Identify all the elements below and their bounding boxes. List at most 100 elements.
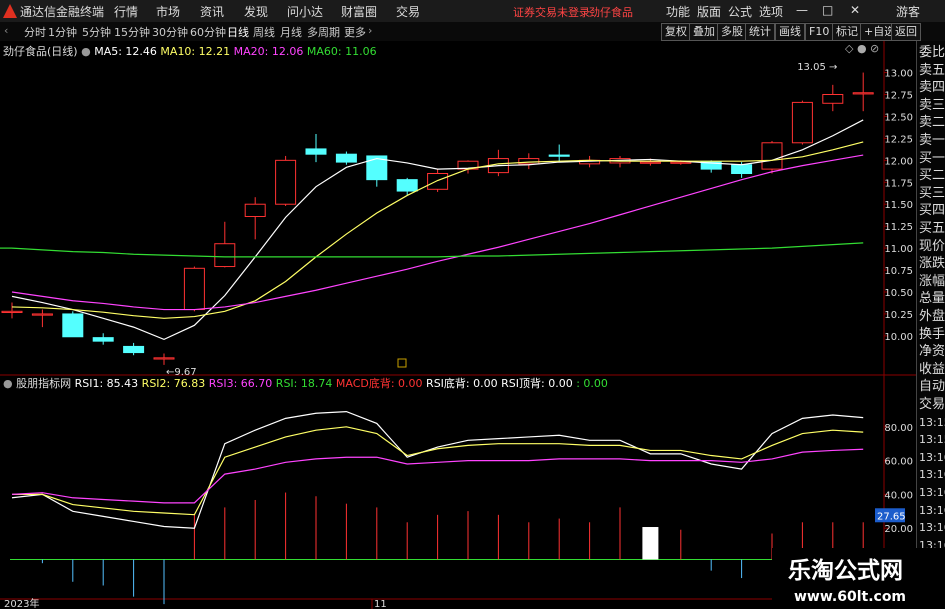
sidebar-item[interactable]: 收益 <box>919 361 945 378</box>
tool-fuquan-button[interactable]: 复权 <box>661 23 691 41</box>
tool-f10-button[interactable]: F10 <box>805 23 834 41</box>
price-tick-label: 10.25 <box>884 310 913 321</box>
sidebar-item[interactable]: 卖四 <box>919 79 945 96</box>
candle-body <box>822 94 844 104</box>
menu-item-banmian[interactable]: 版面 <box>697 3 721 20</box>
candle-body <box>761 142 783 170</box>
sidebar-item[interactable]: 买一 <box>919 150 945 167</box>
app-title: 通达信金融终端 <box>20 5 105 19</box>
menu-item-zixun[interactable]: 资讯 <box>200 3 224 20</box>
sidebar-item[interactable]: 净资 <box>919 343 945 360</box>
tool-back-button[interactable]: 返回 <box>891 23 921 41</box>
watermark-url: www.60lt.com <box>794 589 906 605</box>
candle-body <box>548 154 570 157</box>
tool-huaxian-button[interactable]: 画线 <box>775 23 805 41</box>
menu-item-wenxiaoda[interactable]: 问小达 <box>287 3 323 20</box>
tool-biaoji-button[interactable]: 标记 <box>832 23 862 41</box>
price-tick-label: 12.00 <box>884 156 913 167</box>
stock-chart-label: 劲仔食品(日线) <box>3 45 78 58</box>
tool-tongji-button[interactable]: 统计 <box>745 23 775 41</box>
period-more[interactable]: 更多 <box>344 24 366 40</box>
candle-body <box>670 161 692 164</box>
period-multi[interactable]: 多周期 <box>307 24 340 40</box>
settings-dot-icon[interactable]: ● <box>3 377 13 390</box>
sidebar-item[interactable]: 买三 <box>919 185 945 202</box>
rsi2-label: RSI2: 76.83 <box>141 377 206 390</box>
candle-body <box>791 101 813 144</box>
sidebar-item[interactable]: 13:16 <box>919 449 945 466</box>
rsi3-label: RSI3: 66.70 <box>208 377 273 390</box>
sidebar-item[interactable]: 买四 <box>919 202 945 219</box>
menu-item-jiaoyi[interactable]: 交易 <box>396 3 420 20</box>
sidebar-item[interactable]: 13:16 <box>919 466 945 483</box>
period-weekly[interactable]: 周线 <box>253 24 275 40</box>
current-value-label: 27.65 <box>877 511 906 522</box>
candle-body <box>153 357 175 360</box>
tool-diejia-button[interactable]: 叠加 <box>689 23 719 41</box>
sidebar-item[interactable]: 现价 <box>919 238 945 255</box>
menu-bar: 通达信金融终端 行情 市场 资讯 发现 问小达 财富圈 交易 证券交易未登录 劲… <box>0 0 945 22</box>
price-tick-label: 10.75 <box>884 266 913 277</box>
rsi1-label: RSI1: 85.43 <box>74 377 139 390</box>
sidebar-item[interactable]: 总量 <box>919 290 945 307</box>
candle-body <box>92 337 114 342</box>
candle-body <box>396 179 418 192</box>
sidebar-item[interactable]: 换手 <box>919 326 945 343</box>
ma60-label: MA60: 11.06 <box>306 45 377 58</box>
sidebar-item[interactable]: 交易 <box>919 396 945 413</box>
chevron-right-icon[interactable]: › <box>368 24 372 37</box>
sidebar-item[interactable]: 13:16 <box>919 502 945 519</box>
settings-dot-icon[interactable]: ● <box>81 45 91 58</box>
app-logo-icon <box>3 4 17 18</box>
period-60min[interactable]: 60分钟 <box>190 24 226 40</box>
period-5min[interactable]: 5分钟 <box>82 24 111 40</box>
signal-bar-highlight <box>642 527 659 560</box>
sidebar-item[interactable]: 买二 <box>919 167 945 184</box>
period-toolbar: ‹ 分时 1分钟 5分钟 15分钟 30分钟 60分钟 日线 周线 月线 多周期… <box>0 22 945 42</box>
period-fenshi[interactable]: 分时 <box>24 24 46 40</box>
candle-body <box>123 345 145 354</box>
time-axis-label: 11 <box>374 599 387 609</box>
period-monthly[interactable]: 月线 <box>280 24 302 40</box>
period-30min[interactable]: 30分钟 <box>152 24 188 40</box>
sidebar-item[interactable]: 13:16 <box>919 484 945 501</box>
menu-item-hangqing[interactable]: 行情 <box>114 3 138 20</box>
period-15min[interactable]: 15分钟 <box>114 24 150 40</box>
sidebar-item[interactable]: 卖一 <box>919 132 945 149</box>
sidebar-item[interactable]: 自动 <box>919 378 945 395</box>
menu-item-shichang[interactable]: 市场 <box>156 3 180 20</box>
tool-duogu-button[interactable]: 多股 <box>717 23 747 41</box>
candle-body <box>31 313 53 316</box>
price-tick-label: 12.75 <box>884 91 913 102</box>
maximize-button[interactable]: □ <box>822 3 833 17</box>
price-tick-label: 12.50 <box>884 112 913 123</box>
back-arrow-icon[interactable]: ‹ <box>4 24 8 37</box>
menu-item-caifuquan[interactable]: 财富圈 <box>341 3 377 20</box>
menu-item-gongshi[interactable]: 公式 <box>728 3 752 20</box>
sidebar-item[interactable]: 买五 <box>919 220 945 237</box>
panel-options-icon[interactable]: ◇ ● ⊘ <box>845 42 879 55</box>
price-info-bar: 劲仔食品(日线) ● MA5: 12.46 MA10: 12.21 MA20: … <box>3 43 377 59</box>
period-1min[interactable]: 1分钟 <box>48 24 77 40</box>
close-button[interactable]: ✕ <box>850 3 860 17</box>
menu-item-gongneng[interactable]: 功能 <box>666 3 690 20</box>
price-tick-label: 11.50 <box>884 200 913 211</box>
sidebar-item[interactable]: 13:15 <box>919 414 945 431</box>
trade-status[interactable]: 证券交易未登录 <box>513 4 590 20</box>
sidebar-item[interactable]: 外盘 <box>919 308 945 325</box>
period-daily[interactable]: 日线 <box>227 24 249 40</box>
sidebar-item[interactable]: 13:15 <box>919 431 945 448</box>
sidebar-item[interactable]: 卖五 <box>919 62 945 79</box>
sidebar-item[interactable]: 卖三 <box>919 97 945 114</box>
indicator-name[interactable]: 股朋指标网 <box>16 377 71 390</box>
sidebar-item[interactable]: 13:16 <box>919 519 945 536</box>
minimize-button[interactable]: — <box>796 3 808 17</box>
sidebar-item[interactable]: 委比 <box>919 44 945 61</box>
sidebar-item[interactable]: 涨幅 <box>919 273 945 290</box>
user-label[interactable]: 游客 <box>896 3 920 20</box>
menu-item-faxian[interactable]: 发现 <box>244 3 268 20</box>
sidebar-item[interactable]: 卖二 <box>919 114 945 131</box>
chart-area[interactable]: 10.00 10.25 10.50 10.75 11.00 11.25 11.50 11.75… <box>0 41 916 609</box>
sidebar-item[interactable]: 涨跌 <box>919 255 945 272</box>
menu-item-xuanxiang[interactable]: 选项 <box>759 3 783 20</box>
